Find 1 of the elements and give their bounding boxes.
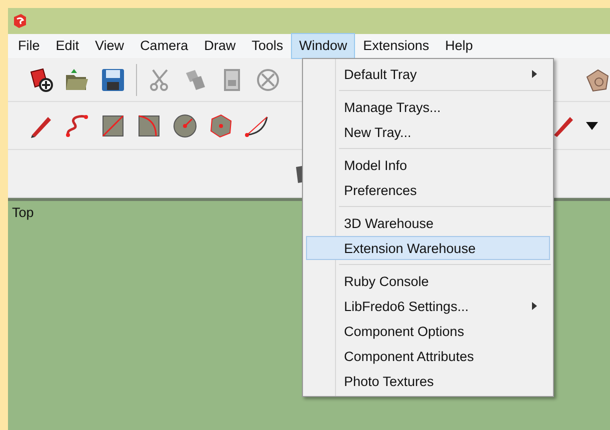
view-label: Top bbox=[12, 205, 34, 220]
